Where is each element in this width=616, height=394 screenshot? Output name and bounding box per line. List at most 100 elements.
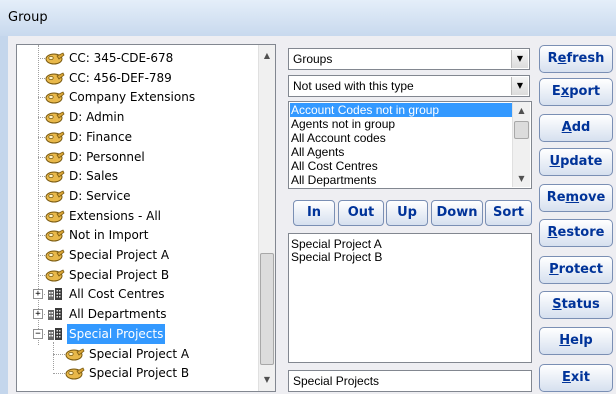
tree-item-label: D: Personnel xyxy=(69,149,145,164)
group-tree[interactable]: CC: 345-CDE-678 CC: 456-DEF-789 Company Ex… xyxy=(16,44,276,392)
tree-item-label: CC: 345-CDE-678 xyxy=(69,51,174,65)
chevron-down-icon[interactable]: ▼ xyxy=(511,50,528,68)
available-list-item[interactable]: Account Codes not in group xyxy=(290,103,513,117)
member-list-item[interactable]: Special Project A xyxy=(291,237,382,251)
scroll-up-icon[interactable]: ▲ xyxy=(513,102,530,119)
tree-item[interactable]: All Cost Centres xyxy=(38,284,247,304)
tree-item[interactable]: D: Service xyxy=(38,186,247,206)
tree-item-label: D: Finance xyxy=(69,129,133,144)
tree-item-label: Special Project A xyxy=(89,346,190,361)
tree-connector xyxy=(38,255,45,256)
tree-item[interactable]: Special Project A xyxy=(38,245,247,265)
add-button[interactable]: Add xyxy=(539,114,613,142)
key-icon xyxy=(45,189,65,203)
available-list-item[interactable]: All Account codes xyxy=(291,131,386,145)
tree-item-label: All Departments xyxy=(69,307,167,322)
sort-button[interactable]: Sort xyxy=(485,200,532,226)
tree-item[interactable]: Extensions - All xyxy=(38,206,247,226)
tree-connector xyxy=(38,77,45,79)
key-icon xyxy=(45,71,65,85)
tree-item-label: Special Projects xyxy=(67,323,166,344)
update-button[interactable]: Update xyxy=(539,148,613,176)
tree-child-item[interactable]: Special Project B xyxy=(53,363,247,383)
available-list-item[interactable]: All Cost Centres xyxy=(291,159,378,173)
out-button[interactable]: Out xyxy=(338,200,384,226)
tree-item[interactable]: D: Finance xyxy=(38,127,247,147)
filter-select[interactable]: Not used with this type ▼ xyxy=(288,75,530,97)
available-list-item[interactable]: All Departments xyxy=(291,173,376,187)
group-name-value: Special Projects xyxy=(293,374,380,388)
protect-button[interactable]: Protect xyxy=(539,256,613,284)
help-button[interactable]: Help xyxy=(539,327,613,355)
key-icon xyxy=(45,90,65,104)
tree-child-item[interactable]: Special Project A xyxy=(53,344,247,364)
tree-item[interactable]: Not in Import xyxy=(38,225,247,245)
tree-item[interactable]: All Departments xyxy=(38,304,247,324)
tree-connector xyxy=(38,195,45,197)
available-list-item[interactable]: Agents not in group xyxy=(291,117,395,131)
tree-connector xyxy=(38,176,45,178)
window-title: Group xyxy=(8,10,48,25)
tree-item[interactable]: D: Admin xyxy=(38,107,247,127)
title-bar[interactable]: Group xyxy=(0,0,616,36)
tree-item-label: D: Admin xyxy=(69,110,125,125)
group-type-value: Groups xyxy=(293,52,333,66)
tree-connector xyxy=(38,136,45,138)
tree-item-label: Not in Import xyxy=(69,228,149,243)
member-list-item[interactable]: Special Project B xyxy=(291,250,382,264)
remove-button[interactable]: Remove xyxy=(539,184,613,212)
available-items-list[interactable]: Account Codes not in group Agents not in … xyxy=(288,101,532,189)
scroll-down-icon[interactable]: ▼ xyxy=(259,371,275,388)
tree-item[interactable]: Special Project B xyxy=(38,265,247,285)
key-icon xyxy=(45,209,65,223)
restore-button[interactable]: Restore xyxy=(539,219,613,247)
up-button[interactable]: Up xyxy=(386,200,428,226)
tree-item-label: Special Project B xyxy=(69,267,170,282)
chevron-down-icon[interactable]: ▼ xyxy=(511,77,528,95)
key-icon xyxy=(65,366,85,380)
members-list[interactable]: Special Project A Special Project B xyxy=(288,233,532,363)
tree-item-label: D: Sales xyxy=(69,169,119,184)
group-name-field[interactable]: Special Projects xyxy=(288,370,532,392)
tree-connector xyxy=(38,156,45,158)
tree-connector xyxy=(38,235,45,237)
scroll-thumb[interactable] xyxy=(514,121,529,139)
tree-item[interactable]: CC: 456-DEF-789 xyxy=(38,68,247,88)
tree-item[interactable]: D: Sales xyxy=(38,166,247,186)
tree-scrollbar[interactable]: ▲ ▼ xyxy=(258,45,275,391)
tree-item[interactable]: Company Extensions xyxy=(38,87,247,107)
in-button[interactable]: In xyxy=(293,200,335,226)
down-button[interactable]: Down xyxy=(431,200,483,226)
group-type-select[interactable]: Groups ▼ xyxy=(288,48,530,70)
tree-connector xyxy=(53,353,65,355)
expand-icon[interactable]: + xyxy=(33,289,43,300)
expand-icon[interactable]: + xyxy=(33,309,43,320)
tree-connector xyxy=(53,373,65,375)
tree-item-label: Special Project A xyxy=(69,248,170,262)
collapse-icon[interactable]: − xyxy=(33,328,43,339)
tree-item-label: CC: 456-DEF-789 xyxy=(69,70,172,85)
scroll-down-icon[interactable]: ▼ xyxy=(513,170,530,187)
tree-item[interactable]: Special Projects xyxy=(38,323,247,344)
tree-item-label: All Cost Centres xyxy=(69,287,165,302)
tree-connector xyxy=(38,97,45,99)
tree-item[interactable]: D: Personnel xyxy=(38,147,247,167)
building-icon xyxy=(47,287,63,301)
tree-item-label: Company Extensions xyxy=(69,90,196,105)
available-list-scrollbar[interactable]: ▲ ▼ xyxy=(512,102,530,187)
tree-item-label: Extensions - All xyxy=(69,208,161,223)
key-icon xyxy=(45,130,65,144)
available-list-item[interactable]: All Agents xyxy=(291,145,344,159)
tree-item-label: Special Project B xyxy=(89,366,190,381)
tree-item[interactable]: CC: 345-CDE-678 xyxy=(38,48,247,68)
scroll-up-icon[interactable]: ▲ xyxy=(259,47,275,64)
scroll-thumb[interactable] xyxy=(260,253,274,365)
export-button[interactable]: Export xyxy=(539,78,613,106)
key-icon xyxy=(45,150,65,164)
tree-item-label: D: Service xyxy=(69,188,131,203)
tree-connector xyxy=(38,58,45,59)
refresh-button[interactable]: Refresh xyxy=(539,45,613,73)
status-button[interactable]: Status xyxy=(539,291,613,319)
exit-button[interactable]: Exit xyxy=(539,364,613,392)
key-icon xyxy=(45,248,65,262)
